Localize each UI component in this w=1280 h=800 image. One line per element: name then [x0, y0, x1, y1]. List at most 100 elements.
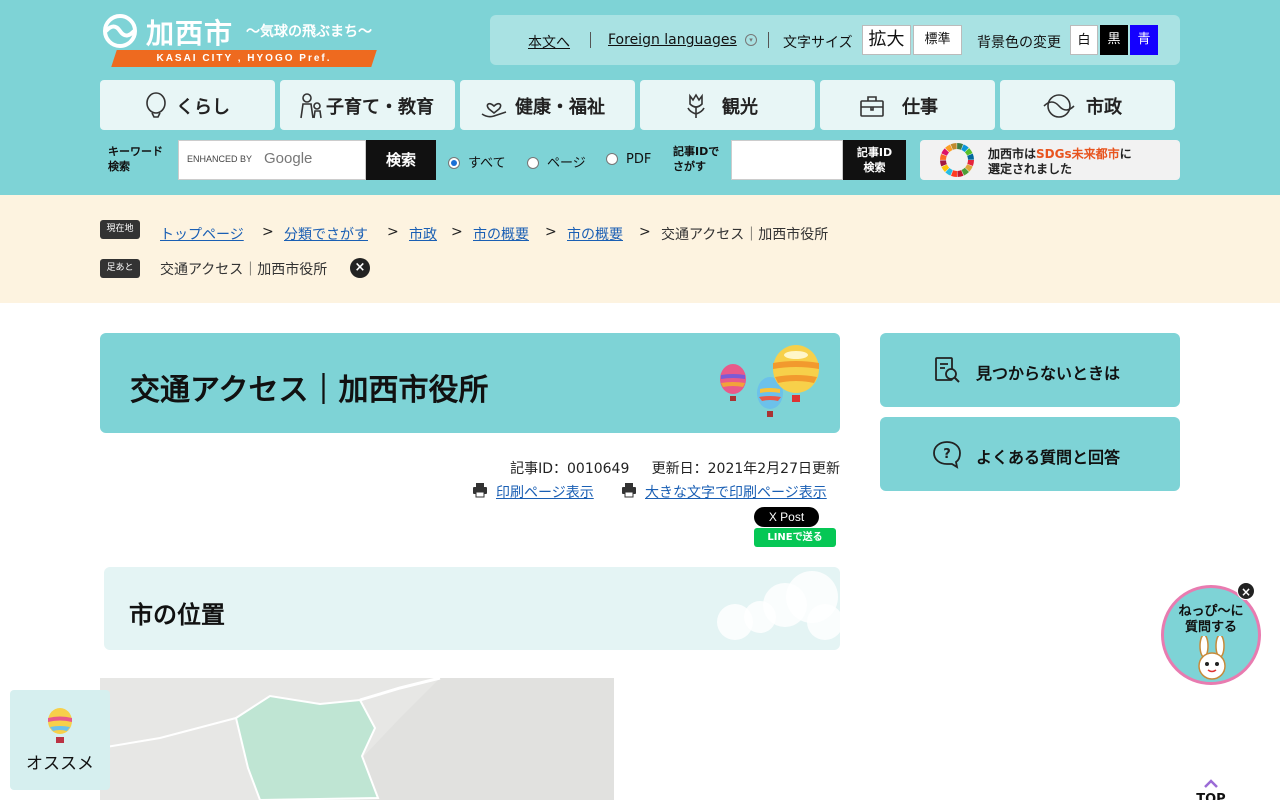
breadcrumb: 現在地 トップページ > 分類でさがす > 市政 > 市の概要 > 市の概要 >… — [0, 195, 1280, 303]
printer-icon — [622, 483, 636, 498]
svg-text:?: ? — [943, 447, 951, 462]
article-id-input[interactable] — [731, 140, 843, 180]
radio-pdf[interactable]: PDF — [606, 152, 651, 167]
briefcase-icon — [860, 96, 884, 117]
hot-air-balloons-icon — [720, 345, 819, 417]
page-title: 交通アクセス｜加西市役所 — [130, 373, 489, 408]
radio-page[interactable]: ページ — [527, 152, 586, 171]
radio-all[interactable]: すべて — [448, 152, 506, 171]
breadcrumb-link[interactable]: トップページ — [160, 224, 244, 244]
recommend-label: オススメ — [26, 754, 94, 774]
nav-label: 観光 — [722, 97, 758, 118]
not-found-label: 見つからないときは — [976, 364, 1121, 383]
print-large-link[interactable]: 大きな文字で印刷ページ表示 — [645, 482, 827, 502]
chevron-down-icon: ▾ — [745, 34, 757, 46]
question-bubble-icon: ? — [933, 441, 961, 469]
nav-kosodate[interactable]: 子育て・教育 — [280, 80, 455, 130]
chevron-up-icon — [1204, 779, 1218, 788]
updated-date: 更新日：2021年2月27日更新 — [651, 461, 840, 477]
close-icon[interactable]: × — [1237, 582, 1255, 600]
section-heading-box: 市の位置 — [104, 567, 840, 650]
breadcrumb-separator: > — [262, 224, 274, 240]
city-logo-icon — [103, 14, 137, 48]
radio-circle[interactable] — [606, 153, 618, 165]
breadcrumb-link[interactable]: 分類でさがす — [284, 224, 368, 244]
font-large-button[interactable]: 拡大 — [862, 25, 911, 55]
not-found-button[interactable]: 見つからないときは — [880, 333, 1180, 407]
radio-circle[interactable] — [527, 157, 539, 169]
nav-label: 子育て・教育 — [326, 97, 434, 118]
nav-shigoto[interactable]: 仕事 — [820, 80, 995, 130]
breadcrumb-current: 交通アクセス｜加西市役所 — [661, 227, 829, 243]
footprint-item[interactable]: 交通アクセス｜加西市役所 — [160, 259, 327, 279]
footprint-tag: 足あと — [100, 259, 140, 278]
faq-button[interactable]: ? よくある質問と回答 — [880, 417, 1180, 491]
logo-catchphrase: 〜気球の飛ぶまち〜 — [246, 24, 372, 40]
page-title-box: 交通アクセス｜加西市役所 — [100, 333, 840, 433]
nav-shisei[interactable]: 市政 — [1000, 80, 1175, 130]
sdgs-wheel-icon — [940, 143, 974, 177]
line-share-button[interactable]: LINEで送る — [754, 528, 836, 547]
nav-kanko[interactable]: 観光 — [640, 80, 815, 130]
x-post-button[interactable]: X Post — [754, 507, 819, 527]
bg-blue-button[interactable]: 青 — [1130, 25, 1158, 55]
keyword-search-label: キーワード 検索 — [108, 145, 163, 173]
article-id: 記事ID：0010649 — [510, 461, 630, 477]
breadcrumb-link[interactable]: 市の概要 — [473, 224, 529, 244]
current-location-tag: 現在地 — [100, 220, 140, 239]
print-link[interactable]: 印刷ページ表示 — [496, 482, 594, 502]
foreign-languages-link[interactable]: Foreign languages — [608, 32, 737, 48]
close-icon[interactable]: × — [350, 258, 370, 278]
article-id-search-label: 記事IDで さがす — [673, 145, 720, 173]
parent-child-icon — [300, 93, 322, 119]
bg-color-label: 背景色の変更 — [977, 35, 1061, 51]
article-id-search-button[interactable]: 記事ID 検索 — [843, 140, 906, 180]
back-to-top-label: TOP — [1196, 792, 1226, 800]
search-button[interactable]: 検索 — [366, 140, 436, 180]
logo-name: 加西市 — [146, 17, 234, 50]
recommend-button[interactable]: オススメ — [10, 690, 110, 790]
font-size-label: 文字サイズ — [783, 35, 853, 51]
utility-bar: 本文へ Foreign languages ▾ 文字サイズ 拡大 標準 背景色の… — [490, 15, 1180, 65]
balloon-icon — [146, 92, 166, 118]
divider — [590, 32, 591, 48]
logo-band: KASAI CITY , HYOGO Pref. — [111, 50, 377, 67]
ask-chatbot-label: ねっぴ〜に 質問する — [1178, 604, 1244, 635]
enhanced-by-label: ENHANCED BY — [187, 154, 253, 164]
google-label: Google — [264, 150, 313, 167]
search-input[interactable]: ENHANCED BY Google — [178, 140, 366, 180]
nav-kenko[interactable]: 健康・福祉 — [460, 80, 635, 130]
article-meta: 記事ID：0010649 更新日：2021年2月27日更新 — [510, 458, 840, 478]
bg-black-button[interactable]: 黒 — [1100, 25, 1128, 55]
printer-icon — [473, 483, 487, 498]
tulip-icon — [687, 93, 705, 118]
sdgs-banner[interactable]: 加西市はSDGs未来都市に 選定されました — [920, 140, 1180, 180]
breadcrumb-link[interactable]: 市政 — [409, 224, 437, 244]
hand-heart-icon — [481, 102, 507, 118]
breadcrumb-separator: > — [545, 224, 557, 240]
breadcrumb-separator: > — [639, 224, 651, 240]
nav-kurashi[interactable]: くらし — [100, 80, 275, 130]
faq-label: よくある質問と回答 — [976, 448, 1121, 467]
section-title: 市の位置 — [129, 601, 225, 629]
nav-label: 仕事 — [902, 97, 938, 118]
site-logo[interactable]: 加西市 〜気球の飛ぶまち〜 KASAI CITY , HYOGO Pref. — [100, 12, 380, 70]
document-search-icon — [935, 357, 960, 383]
city-logo-icon — [1043, 94, 1075, 118]
sdgs-text: 加西市はSDGs未来都市に 選定されました — [988, 147, 1132, 176]
skip-to-content-link[interactable]: 本文へ — [528, 32, 570, 52]
breadcrumb-link[interactable]: 市の概要 — [567, 224, 623, 244]
bg-white-button[interactable]: 白 — [1070, 25, 1098, 55]
mascot-rabbit-icon — [1198, 636, 1226, 680]
location-map — [100, 678, 614, 800]
radio-circle[interactable] — [448, 157, 460, 169]
font-standard-button[interactable]: 標準 — [913, 25, 962, 55]
clouds-decoration — [717, 571, 840, 640]
breadcrumb-separator: > — [387, 224, 399, 240]
back-to-top-button[interactable]: TOP — [1190, 776, 1232, 800]
map-image — [100, 678, 614, 800]
site-header: 加西市 〜気球の飛ぶまち〜 KASAI CITY , HYOGO Pref. 本… — [0, 0, 1280, 195]
divider — [768, 32, 769, 48]
balloon-icon — [48, 708, 72, 743]
breadcrumb-separator: > — [451, 224, 463, 240]
